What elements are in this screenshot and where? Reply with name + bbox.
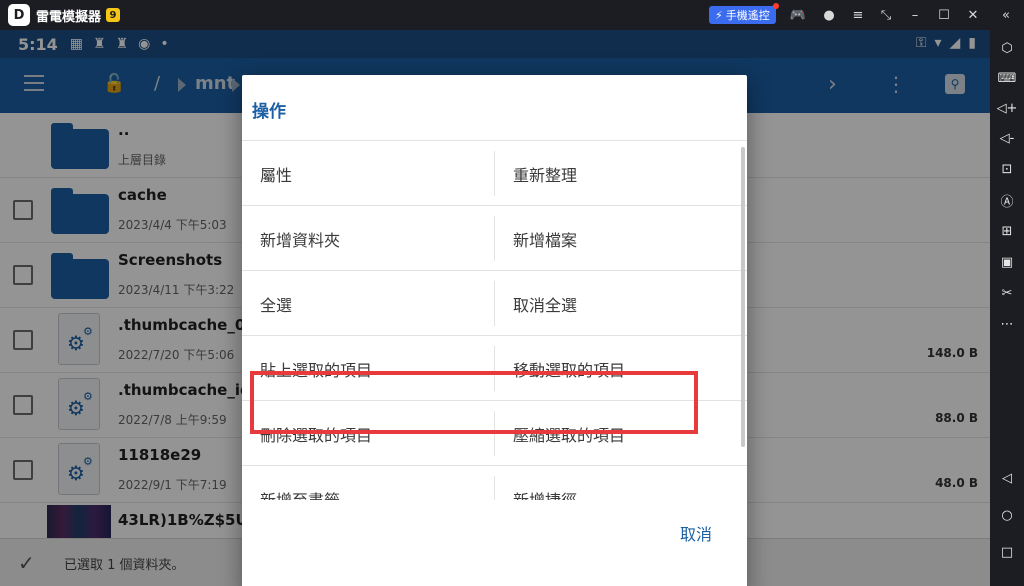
add-window-icon[interactable]: ⊞ bbox=[999, 223, 1015, 239]
actions-dialog: 操作 屬性 重新整理 新增資料夾 新增檔案 全選 取消全選 貼上選取的項目 移動… bbox=[242, 75, 747, 586]
collapse-sidebar-icon[interactable]: « bbox=[998, 7, 1014, 23]
actions-row: 新增至書籤 新增捷徑 bbox=[242, 466, 747, 500]
minimize-icon[interactable]: – bbox=[907, 7, 923, 23]
maximize-icon[interactable]: ☐ bbox=[936, 7, 952, 23]
hexagon-settings-icon[interactable]: ⬡ bbox=[999, 40, 1015, 56]
screenshot-icon[interactable]: ⊡ bbox=[999, 161, 1015, 177]
divider bbox=[494, 151, 495, 196]
emulator-side-toolbar: ⬡ ⌨ ◁+ ◁- ⊡ Ⓐ ⊞ ▣ ✂ ⋯ ◁ ○ □ bbox=[990, 30, 1024, 586]
cancel-button[interactable]: 取消 bbox=[680, 521, 712, 545]
actions-row: 屬性 重新整理 bbox=[242, 141, 747, 206]
phone-remote-button[interactable]: ⚡ 手機遙控 bbox=[709, 3, 779, 24]
dialog-title: 操作 bbox=[252, 102, 286, 122]
divider bbox=[494, 476, 495, 500]
actions-grid: 屬性 重新整理 新增資料夾 新增檔案 全選 取消全選 貼上選取的項目 移動選取的… bbox=[242, 140, 747, 500]
apk-install-icon[interactable]: ▣ bbox=[999, 254, 1015, 270]
action-new-folder[interactable]: 新增資料夾 bbox=[260, 206, 495, 271]
account-icon[interactable]: ● bbox=[821, 7, 837, 23]
divider bbox=[494, 216, 495, 261]
emulator-title-bar: D 雷電模擬器 9 ⚡ 手機遙控 🎮 ● ≡ ⤡ – ☐ ✕ « bbox=[0, 0, 1024, 30]
resize-icon[interactable]: ⤡ bbox=[878, 7, 894, 23]
scissors-icon[interactable]: ✂ bbox=[999, 285, 1015, 301]
action-refresh[interactable]: 重新整理 bbox=[513, 141, 733, 206]
divider bbox=[494, 281, 495, 326]
volume-up-icon[interactable]: ◁+ bbox=[997, 100, 1018, 116]
action-deselect-all[interactable]: 取消全選 bbox=[513, 271, 733, 336]
home-nav-icon[interactable]: ○ bbox=[999, 507, 1015, 523]
highlight-annotation bbox=[250, 371, 698, 434]
android-screen: 5:14 ▦ ♜ ♜ ◉ • ⚿ ▾ ◢ ▮ 🔓 / mnt › ⋮ ⚲ .. … bbox=[0, 30, 990, 586]
action-add-bookmark[interactable]: 新增至書籤 bbox=[260, 466, 495, 501]
phone-remote-label: 手機遙控 bbox=[725, 9, 770, 22]
keyboard-icon[interactable]: ⌨ bbox=[998, 70, 1017, 86]
emulator-logo-icon: D bbox=[8, 4, 30, 26]
notification-dot bbox=[772, 3, 779, 9]
version-badge: 9 bbox=[106, 8, 121, 22]
dialog-scrollbar[interactable] bbox=[741, 147, 745, 447]
settings-menu-icon[interactable]: ≡ bbox=[850, 7, 866, 23]
more-options-icon[interactable]: ⋯ bbox=[999, 316, 1015, 332]
action-new-file[interactable]: 新增檔案 bbox=[513, 206, 733, 271]
action-select-all[interactable]: 全選 bbox=[260, 271, 495, 336]
auto-rotate-icon[interactable]: Ⓐ bbox=[999, 192, 1015, 210]
volume-down-icon[interactable]: ◁- bbox=[999, 130, 1015, 146]
action-properties[interactable]: 屬性 bbox=[260, 141, 495, 206]
back-nav-icon[interactable]: ◁ bbox=[999, 470, 1015, 486]
emulator-title: 雷電模擬器 bbox=[36, 9, 102, 25]
lightning-icon: ⚡ bbox=[715, 8, 723, 22]
close-icon[interactable]: ✕ bbox=[965, 7, 981, 23]
actions-row: 全選 取消全選 bbox=[242, 271, 747, 336]
actions-row: 新增資料夾 新增檔案 bbox=[242, 206, 747, 271]
recents-nav-icon[interactable]: □ bbox=[999, 544, 1015, 560]
gamepad-icon[interactable]: 🎮 bbox=[790, 7, 806, 23]
action-add-shortcut[interactable]: 新增捷徑 bbox=[513, 466, 733, 501]
